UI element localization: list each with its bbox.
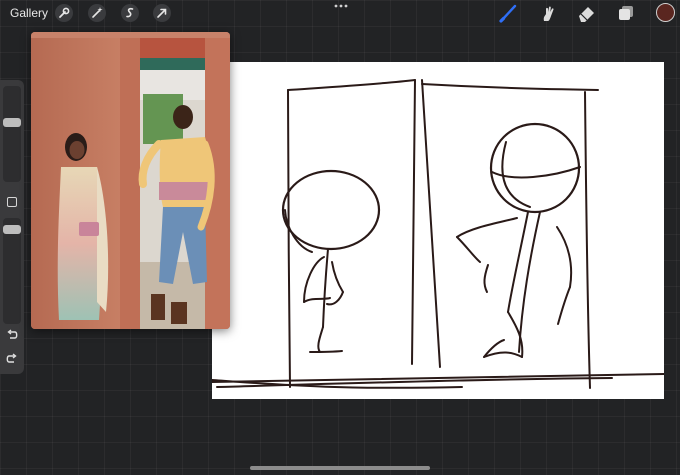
brush-size-slider-thumb[interactable] <box>3 118 21 127</box>
home-indicator[interactable] <box>250 466 430 470</box>
eraser-icon[interactable] <box>576 3 598 23</box>
modify-button[interactable] <box>7 197 17 207</box>
reference-photo-image <box>31 32 230 329</box>
layers-icon[interactable] <box>615 3 637 23</box>
ellipsis-icon[interactable] <box>333 2 349 10</box>
redo-icon[interactable] <box>5 353 19 365</box>
magic-wand-icon[interactable] <box>88 4 106 22</box>
smudge-icon[interactable] <box>537 3 559 23</box>
drawing-canvas[interactable] <box>212 62 664 399</box>
opacity-slider-thumb[interactable] <box>3 225 21 234</box>
brush-icon[interactable] <box>498 3 520 23</box>
undo-icon[interactable] <box>5 329 19 341</box>
gallery-button[interactable]: Gallery <box>10 6 48 20</box>
brush-size-slider[interactable] <box>3 86 21 182</box>
toolbar: Gallery <box>0 0 680 26</box>
sketch-strokes <box>212 79 664 389</box>
reference-photo[interactable] <box>31 32 230 329</box>
color-picker-swatch[interactable] <box>656 3 675 22</box>
selection-icon[interactable] <box>121 4 139 22</box>
wrench-icon[interactable] <box>55 4 73 22</box>
side-toolbar <box>0 80 24 374</box>
transform-arrow-icon[interactable] <box>153 4 171 22</box>
